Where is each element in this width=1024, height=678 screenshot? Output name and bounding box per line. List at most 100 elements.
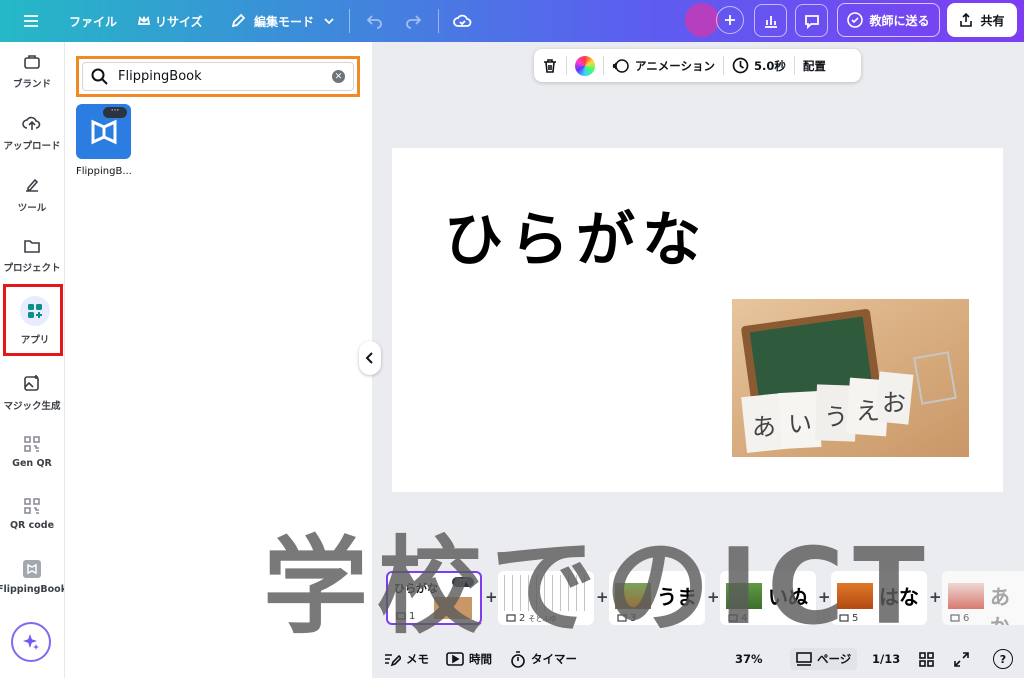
arrange-label: 配置 <box>802 58 826 73</box>
qr-icon <box>24 436 40 452</box>
resize-label: リサイズ <box>155 14 203 29</box>
send-to-teacher-button[interactable]: 教師に送る <box>837 3 940 37</box>
flippingbook-logo-icon <box>91 119 116 144</box>
upload-share-icon <box>960 13 973 27</box>
card-i: い <box>788 410 812 438</box>
rail-item-apps[interactable]: アプリ <box>3 284 63 356</box>
apps-content: アプリ <box>3 287 67 346</box>
animation-label: アニメーション <box>635 58 716 73</box>
pages-label: ページ <box>817 652 852 666</box>
grid-view-button[interactable] <box>919 648 934 670</box>
brand-icon <box>24 55 40 69</box>
file-menu[interactable]: ファイル <box>69 0 117 42</box>
pages-grid-icon <box>796 651 812 666</box>
flippingbook-app-tile[interactable]: ··· <box>76 104 131 159</box>
resize-button[interactable]: リサイズ <box>138 0 203 42</box>
color-button[interactable] <box>567 49 603 82</box>
help-icon: ? <box>999 652 1007 666</box>
flippingbook-icon <box>23 560 41 578</box>
arrange-button[interactable]: 配置 <box>795 49 834 82</box>
send-to-teacher-label: 教師に送る <box>869 13 930 28</box>
cloud-save-status[interactable] <box>453 0 473 42</box>
rail-label: QR code <box>9 520 55 531</box>
menu-button[interactable] <box>22 0 40 42</box>
animation-button[interactable]: アニメーション <box>604 49 723 82</box>
edit-mode-dropdown[interactable]: 編集モード <box>230 0 335 42</box>
notes-icon <box>950 613 960 622</box>
rail-item-projects[interactable]: プロジェクト <box>0 238 64 274</box>
timer-button[interactable]: タイマー <box>510 648 577 670</box>
pen-tool-icon <box>26 178 39 192</box>
notes-button[interactable]: メモ <box>384 648 429 670</box>
expand-icon <box>954 651 969 667</box>
page-thumb-6[interactable]: あか 6 <box>942 571 1024 625</box>
undo-icon <box>366 15 382 29</box>
slide-canvas[interactable]: ひらがな あ い う え お <box>392 148 1003 492</box>
card-a: あ <box>752 413 776 441</box>
rail-item-magic-media[interactable]: マジック生成 <box>0 374 64 412</box>
magic-image-icon <box>24 375 39 391</box>
pages-button[interactable]: ページ <box>790 648 858 670</box>
redo-icon <box>406 15 422 29</box>
rail-item-gen-qr[interactable]: Gen QR <box>0 436 64 469</box>
folder-icon <box>24 240 40 253</box>
fullscreen-button[interactable] <box>954 648 969 670</box>
color-wheel-icon <box>575 55 595 76</box>
page-indicator-text: 1/13 <box>872 652 901 666</box>
search-icon <box>91 68 108 85</box>
comment-icon <box>804 14 819 29</box>
element-toolbar: アニメーション 5.0秒 配置 <box>534 49 861 82</box>
plus-icon <box>725 15 735 25</box>
rail-label: Gen QR <box>12 458 52 469</box>
duration-button[interactable]: 5.0秒 <box>724 49 794 82</box>
clear-search-icon[interactable]: ✕ <box>332 70 345 83</box>
apps-grid-icon <box>20 296 50 326</box>
notes-pen-icon <box>385 653 401 666</box>
play-screen-icon <box>446 651 464 666</box>
redo-button[interactable] <box>404 0 422 42</box>
edit-mode-label: 編集モード <box>254 14 315 29</box>
slide-photo[interactable]: あ い う え お <box>732 299 969 457</box>
add-collaborator-button[interactable] <box>716 6 744 34</box>
file-menu-label: ファイル <box>69 14 118 29</box>
rail-label: ブランド <box>12 79 51 90</box>
rail-label: マジック生成 <box>3 401 61 412</box>
rail-item-flippingbook[interactable]: FlippingBook <box>0 560 67 595</box>
help-button[interactable]: ? <box>993 649 1013 669</box>
delete-button[interactable] <box>534 49 566 82</box>
rail-label: アプリ <box>20 335 50 346</box>
clock-icon <box>732 57 749 74</box>
zoom-value: 37% <box>735 652 763 666</box>
user-avatar[interactable] <box>685 3 719 37</box>
zoom-level[interactable]: 37% <box>735 648 763 670</box>
rail-item-upload[interactable]: アップロード <box>0 114 64 152</box>
hamburger-icon <box>24 15 38 27</box>
share-button[interactable]: 共有 <box>947 3 1017 37</box>
insights-button[interactable] <box>754 4 787 37</box>
rail-item-tools[interactable]: ツール <box>0 176 64 214</box>
timer-label: タイマー <box>531 652 577 666</box>
search-input[interactable]: FlippingBook ✕ <box>82 62 354 91</box>
bottom-bar: メモ 時間 タイマー 37% ページ 1/13 ? <box>372 640 1024 678</box>
pencil-icon <box>231 13 246 28</box>
app-more-options[interactable]: ··· <box>103 107 127 118</box>
sparkle-icon <box>23 634 39 650</box>
rail-item-qr-code[interactable]: QR code <box>0 498 64 531</box>
rail-item-brand[interactable]: ブランド <box>0 54 64 90</box>
watermark-text: 学校でのICT <box>263 526 934 648</box>
comments-button[interactable] <box>795 4 828 37</box>
magic-assistant-button[interactable] <box>11 622 51 662</box>
undo-button[interactable] <box>366 0 384 42</box>
timer-icon <box>511 650 525 668</box>
thumb-word: あか <box>990 585 1010 625</box>
chevron-down-icon <box>324 18 334 25</box>
slide-title[interactable]: ひらがな <box>444 192 708 277</box>
notes-label: メモ <box>406 652 429 666</box>
animation-icon <box>612 58 629 73</box>
collapse-panel-button[interactable] <box>359 341 381 375</box>
timing-button[interactable]: 時間 <box>446 648 492 670</box>
bar-chart-icon <box>764 15 777 28</box>
crown-icon <box>138 16 150 25</box>
chevron-left-icon <box>365 352 373 364</box>
cloud-upload-icon <box>22 116 41 130</box>
